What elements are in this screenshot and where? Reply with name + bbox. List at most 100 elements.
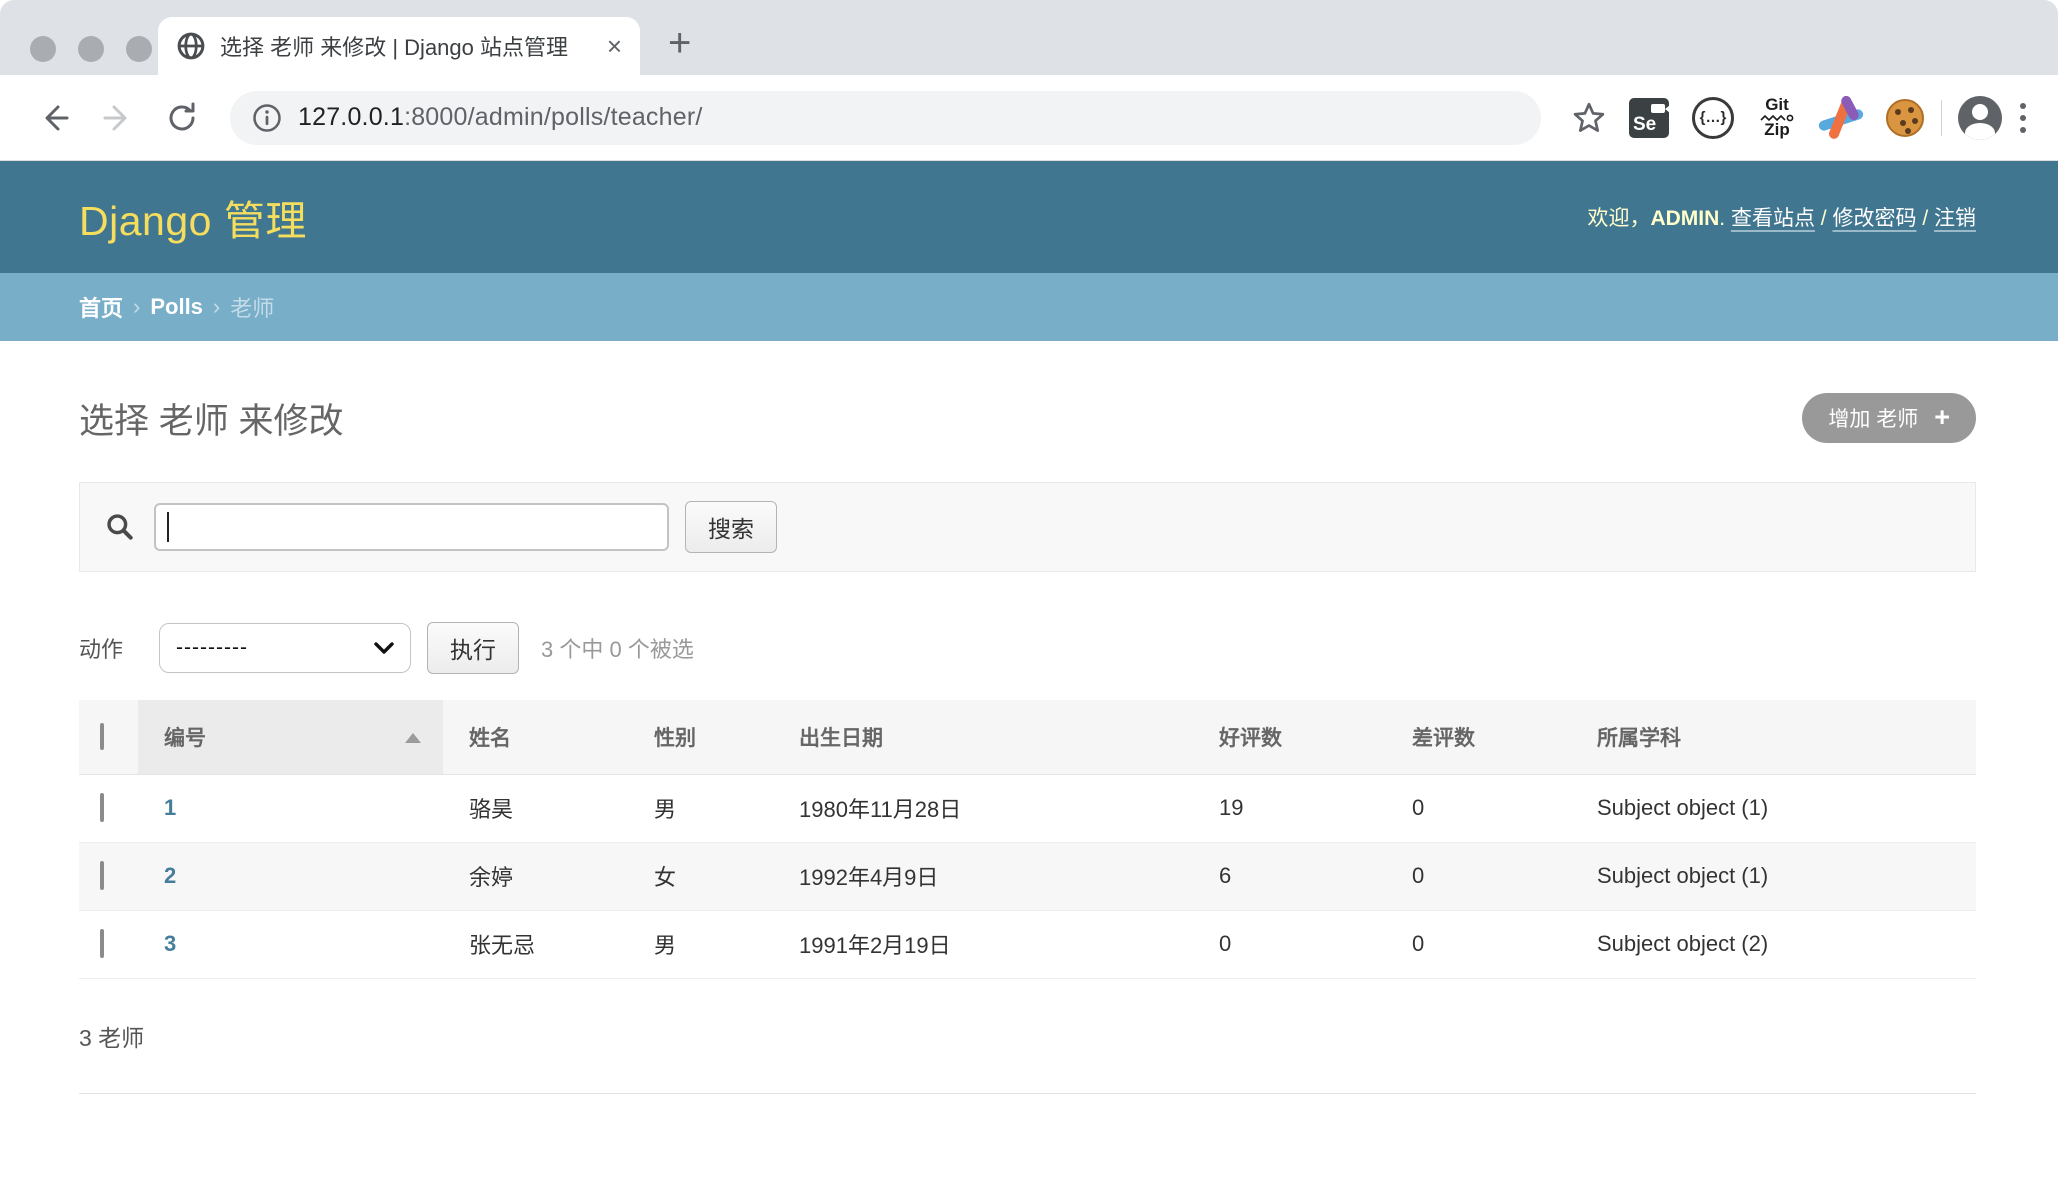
browser-menu-icon[interactable]: [2020, 103, 2026, 133]
zoom-window-button[interactable]: [126, 36, 152, 62]
column-header-subject[interactable]: 所属学科: [1571, 700, 1976, 774]
action-select[interactable]: ---------: [159, 623, 411, 673]
table-row: 2 余婷 女 1992年4月9日 6 0 Subject object (1): [79, 842, 1976, 910]
tab-strip: 选择 老师 来修改 | Django 站点管理 × +: [0, 0, 2058, 75]
site-branding[interactable]: Django 管理: [79, 187, 307, 247]
column-header-good-count[interactable]: 好评数: [1193, 700, 1386, 774]
breadcrumb-separator: ›: [213, 294, 220, 320]
asterisk-extension-icon[interactable]: [1819, 96, 1863, 140]
browser-window: 选择 老师 来修改 | Django 站点管理 × + 127.0.0.1:80…: [0, 0, 2058, 1186]
selenium-extension-icon[interactable]: Se: [1627, 96, 1671, 140]
row-checkbox[interactable]: [100, 793, 104, 822]
row-id-link[interactable]: 1: [164, 795, 176, 820]
cell-subject: Subject object (2): [1571, 910, 1976, 978]
separator: /: [1815, 207, 1833, 230]
row-id-link[interactable]: 2: [164, 863, 176, 888]
cell-good-count: 6: [1193, 842, 1386, 910]
search-input[interactable]: [154, 503, 669, 551]
page-title: 选择 老师 来修改: [79, 393, 343, 444]
add-button-label: 增加 老师: [1828, 403, 1918, 433]
column-header-gender[interactable]: 性别: [628, 700, 773, 774]
cell-birthdate: 1991年2月19日: [773, 910, 1193, 978]
bottom-divider: [79, 1093, 1976, 1094]
result-count: 3 老师: [79, 1019, 1976, 1053]
actions-label: 动作: [79, 632, 123, 664]
cell-subject: Subject object (1): [1571, 842, 1976, 910]
cell-name: 张无忌: [443, 910, 628, 978]
result-table: 编号 姓名 性别 出生日期 好评数 差评数 所属学科 1 骆昊 男 1980年1…: [79, 700, 1976, 979]
add-teacher-button[interactable]: 增加 老师 +: [1802, 393, 1976, 443]
search-icon: [104, 511, 136, 543]
profile-avatar[interactable]: [1958, 96, 2002, 140]
table-row: 3 张无忌 男 1991年2月19日 0 0 Subject object (2…: [79, 910, 1976, 978]
row-checkbox[interactable]: [100, 929, 104, 958]
column-header-name[interactable]: 姓名: [443, 700, 628, 774]
gitzip-top-label: Git: [1765, 97, 1789, 113]
change-password-link[interactable]: 修改密码: [1832, 207, 1916, 230]
column-header-id[interactable]: 编号: [138, 700, 443, 774]
logout-link[interactable]: 注销: [1934, 207, 1976, 230]
gitzip-bottom-label: Zip: [1764, 122, 1790, 138]
cell-birthdate: 1980年11月28日: [773, 774, 1193, 842]
minimize-window-button[interactable]: [78, 36, 104, 62]
column-header-bad-count[interactable]: 差评数: [1386, 700, 1571, 774]
json-viewer-extension-icon[interactable]: {…}: [1691, 96, 1735, 140]
period-text: .: [1719, 207, 1731, 230]
table-header-row: 编号 姓名 性别 出生日期 好评数 差评数 所属学科: [79, 700, 1976, 774]
url-text: 127.0.0.1:8000/admin/polls/teacher/: [298, 103, 703, 132]
plus-icon: +: [1934, 404, 1950, 431]
breadcrumb: 首页 › Polls › 老师: [0, 273, 2058, 341]
browser-toolbar: 127.0.0.1:8000/admin/polls/teacher/ Se {…: [0, 75, 2058, 161]
tab-title: 选择 老师 来修改 | Django 站点管理: [220, 30, 599, 62]
breadcrumb-home-link[interactable]: 首页: [79, 291, 123, 323]
search-button[interactable]: 搜索: [685, 501, 777, 553]
extensions-row: Se {…} Git Zip: [1627, 96, 1927, 140]
separator: /: [1916, 207, 1934, 230]
reload-button[interactable]: [158, 94, 206, 142]
changelist-content: 选择 老师 来修改 增加 老师 + 搜索 动作 --------- 执行 3 个中…: [0, 393, 2058, 1094]
view-site-link[interactable]: 查看站点: [1731, 207, 1815, 230]
username: ADMIN: [1650, 207, 1719, 230]
globe-favicon-icon: [176, 31, 206, 61]
tab-close-icon[interactable]: ×: [607, 33, 622, 59]
column-header-birthdate[interactable]: 出生日期: [773, 700, 1193, 774]
url-path: :8000/admin/polls/teacher/: [404, 103, 702, 131]
sort-ascending-icon[interactable]: [405, 733, 421, 743]
address-bar[interactable]: 127.0.0.1:8000/admin/polls/teacher/: [230, 91, 1541, 145]
close-window-button[interactable]: [30, 36, 56, 62]
url-host: 127.0.0.1: [298, 103, 404, 131]
browser-tab[interactable]: 选择 老师 来修改 | Django 站点管理 ×: [158, 17, 640, 75]
cell-subject: Subject object (1): [1571, 774, 1976, 842]
traffic-lights: [30, 36, 152, 62]
cell-name: 余婷: [443, 842, 628, 910]
cookie-extension-icon[interactable]: [1883, 96, 1927, 140]
cell-bad-count: 0: [1386, 842, 1571, 910]
selection-counter: 3 个中 0 个被选: [541, 632, 694, 664]
toolbar-divider: [1941, 100, 1942, 136]
row-checkbox[interactable]: [100, 861, 104, 890]
bookmark-star-icon[interactable]: [1565, 94, 1613, 142]
cell-bad-count: 0: [1386, 910, 1571, 978]
camera-icon: [1651, 104, 1665, 113]
select-all-checkbox[interactable]: [100, 723, 104, 750]
selenium-label: Se: [1633, 114, 1656, 136]
admin-header: Django 管理 欢迎，ADMIN. 查看站点 / 修改密码 / 注销: [0, 161, 2058, 273]
cell-gender: 男: [628, 910, 773, 978]
braces-label: {…}: [1692, 97, 1734, 139]
search-bar: 搜索: [79, 482, 1976, 572]
cell-good-count: 0: [1193, 910, 1386, 978]
forward-button[interactable]: [94, 94, 142, 142]
cell-gender: 女: [628, 842, 773, 910]
cell-gender: 男: [628, 774, 773, 842]
new-tab-button[interactable]: +: [668, 23, 691, 63]
site-info-icon[interactable]: [252, 103, 282, 133]
chevron-down-icon: [374, 641, 394, 655]
table-row: 1 骆昊 男 1980年11月28日 19 0 Subject object (…: [79, 774, 1976, 842]
execute-button[interactable]: 执行: [427, 622, 519, 674]
breadcrumb-app-link[interactable]: Polls: [150, 294, 203, 320]
row-id-link[interactable]: 3: [164, 931, 176, 956]
welcome-text: 欢迎，: [1587, 207, 1650, 230]
gitzip-extension-icon[interactable]: Git Zip: [1755, 96, 1799, 140]
cell-good-count: 19: [1193, 774, 1386, 842]
back-button[interactable]: [30, 94, 78, 142]
